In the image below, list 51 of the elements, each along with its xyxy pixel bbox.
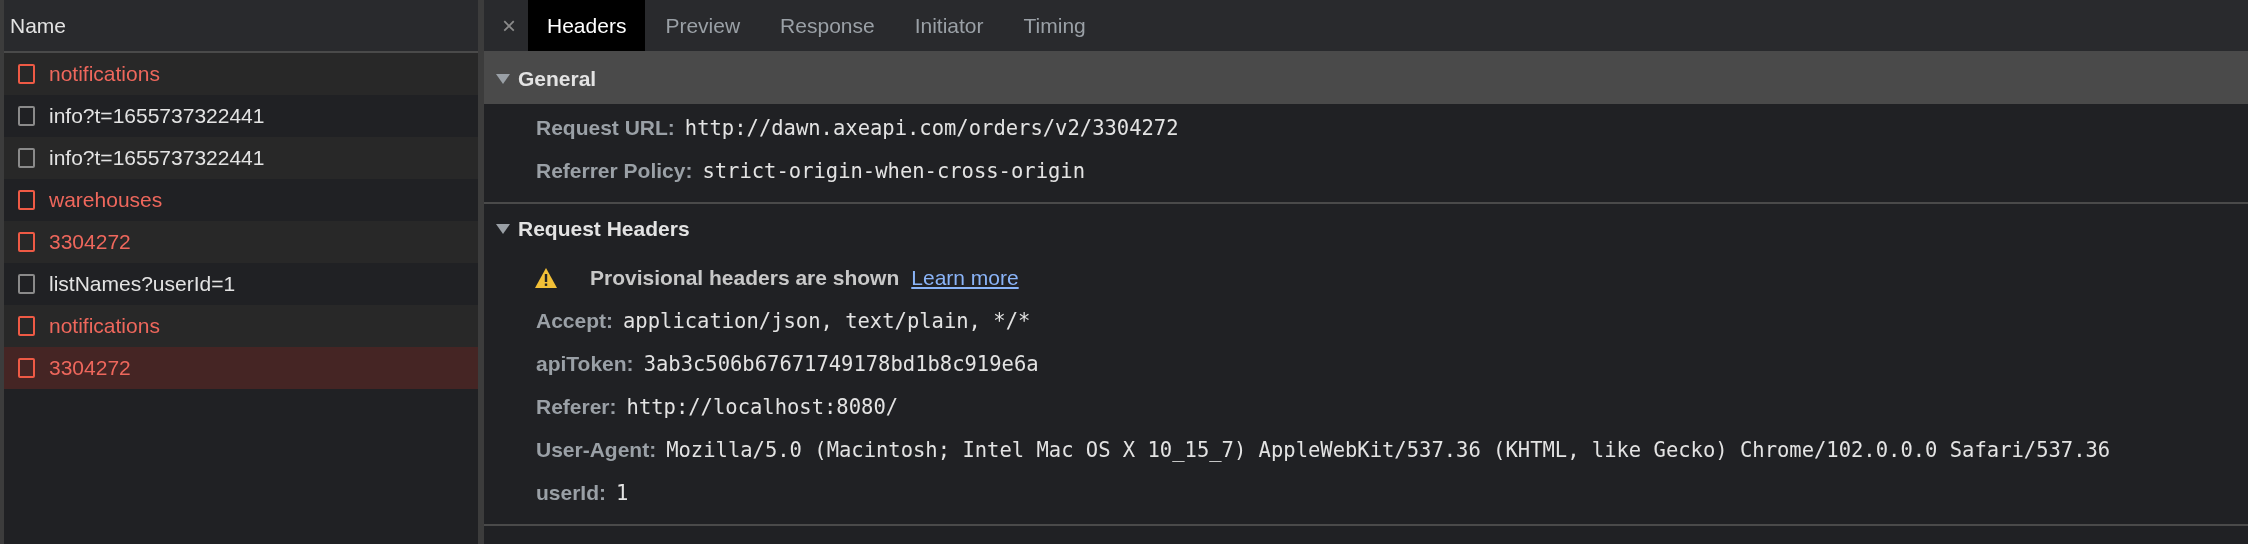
file-icon (18, 190, 35, 210)
request-name: warehouses (49, 188, 163, 212)
warning-text: Provisional headers are shown (590, 265, 900, 290)
expand-triangle-icon (496, 74, 510, 84)
header-name: Accept: (536, 308, 614, 333)
header-value: 3ab3c506b67671749178bd1b8c919e6a (643, 351, 1039, 376)
request-row[interactable]: notifications (4, 53, 478, 95)
section-header[interactable]: Request Headers (484, 204, 2248, 254)
warning-icon (534, 266, 558, 289)
tab[interactable]: Preview (645, 0, 761, 51)
header-value: Mozilla/5.0 (Macintosh; Intel Mac OS X 10_15_7) AppleWebKit/537.36 (KHTML, like Gecko) Chrome/102.0.0.0 Safari/537.36 (666, 437, 2111, 462)
section-title: General (518, 67, 597, 91)
file-icon (18, 148, 35, 168)
header-name: Request URL: (536, 115, 675, 140)
request-name: listNames?userId=1 (49, 272, 236, 296)
column-header[interactable]: Name (4, 0, 478, 53)
request-row[interactable]: 3304272 (4, 221, 478, 263)
tab[interactable]: Headers (528, 0, 646, 51)
close-button[interactable]: × (484, 0, 528, 51)
file-icon (18, 358, 35, 378)
request-name: 3304272 (49, 230, 131, 254)
file-icon (18, 64, 35, 84)
request-name: notifications (49, 62, 160, 86)
request-row[interactable]: info?t=1655737322441 (4, 137, 478, 179)
file-icon (18, 274, 35, 294)
request-name: info?t=1655737322441 (49, 146, 265, 170)
tab[interactable]: Timing (1003, 0, 1106, 51)
learn-more-link[interactable]: Learn more (911, 265, 1019, 290)
header-name: User-Agent: (536, 437, 657, 462)
header-name: apiToken: (536, 351, 634, 376)
request-name: info?t=1655737322441 (49, 104, 265, 128)
request-name: 3304272 (49, 356, 131, 380)
tab[interactable]: Initiator (894, 0, 1004, 51)
section-title: Request Headers (518, 217, 690, 241)
header-name: Referrer Policy: (536, 158, 693, 183)
file-icon (18, 316, 35, 336)
file-icon (18, 232, 35, 252)
tab[interactable]: Response (760, 0, 895, 51)
header-name: userId: (536, 480, 606, 505)
header-value: http://dawn.axeapi.com/orders/v2/3304272 (684, 115, 1179, 140)
header-value: strict-origin-when-cross-origin (702, 158, 1085, 183)
header-value: 1 (616, 480, 629, 505)
file-icon (18, 106, 35, 126)
header-value: application/json, text/plain, */* (623, 308, 1031, 333)
request-row[interactable]: 3304272 (4, 347, 478, 389)
section-header[interactable]: General (484, 54, 2248, 104)
header-name: Referer: (536, 394, 617, 419)
request-row[interactable]: notifications (4, 305, 478, 347)
expand-triangle-icon (496, 224, 510, 234)
header-value: http://localhost:8080/ (626, 394, 899, 419)
request-name: notifications (49, 314, 160, 338)
